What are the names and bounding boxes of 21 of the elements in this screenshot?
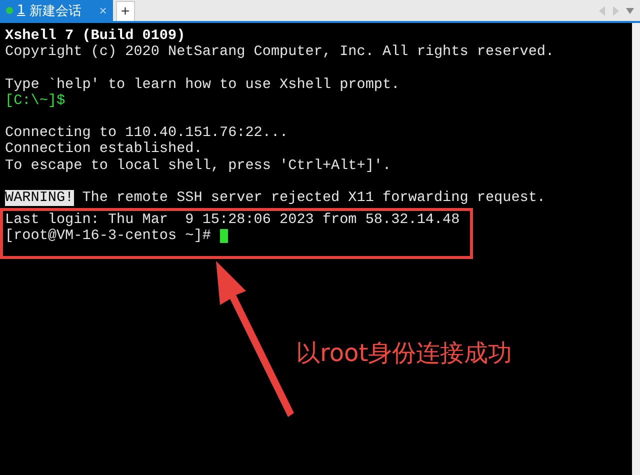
annotation-text: 以root身份连接成功	[296, 338, 512, 369]
terminal-line: Copyright (c) 2020 NetSarang Computer, Inc. All rights reserved.	[5, 44, 554, 60]
dropdown-icon[interactable]	[626, 8, 634, 14]
session-tab[interactable]: 1 新建会话 ×	[0, 0, 113, 21]
scroll-left-icon[interactable]	[598, 6, 606, 16]
warning-label: WARNING!	[5, 190, 74, 206]
tab-number: 1	[17, 3, 26, 18]
prompt-text: [C:\~]$	[5, 92, 66, 109]
tab-title: 新建会话	[29, 2, 82, 20]
terminal-line: Connecting to 110.40.151.76:22...	[5, 125, 288, 142]
scroll-right-icon[interactable]	[612, 6, 620, 16]
terminal-line: Type `help' to learn how to use Xshell prompt.	[5, 76, 400, 93]
terminal-line: [root@VM-16-3-centos ~]#	[5, 228, 211, 244]
terminal-line: Xshell 7 (Build 0109)	[5, 28, 186, 44]
terminal-line: The remote SSH server rejected X11 forwarding request.	[81, 190, 546, 206]
terminal-line: Connection established.	[5, 141, 202, 158]
new-tab-button[interactable]: +	[116, 1, 135, 21]
close-button[interactable]: ×	[85, 3, 107, 18]
terminal-line: Last login: Thu Mar 9 15:28:06 2023 from 58.32.14.48	[5, 212, 460, 228]
terminal-line: To escape to local shell, press 'Ctrl+Alt+]'.	[5, 158, 392, 174]
scrollbar[interactable]	[632, 23, 640, 475]
